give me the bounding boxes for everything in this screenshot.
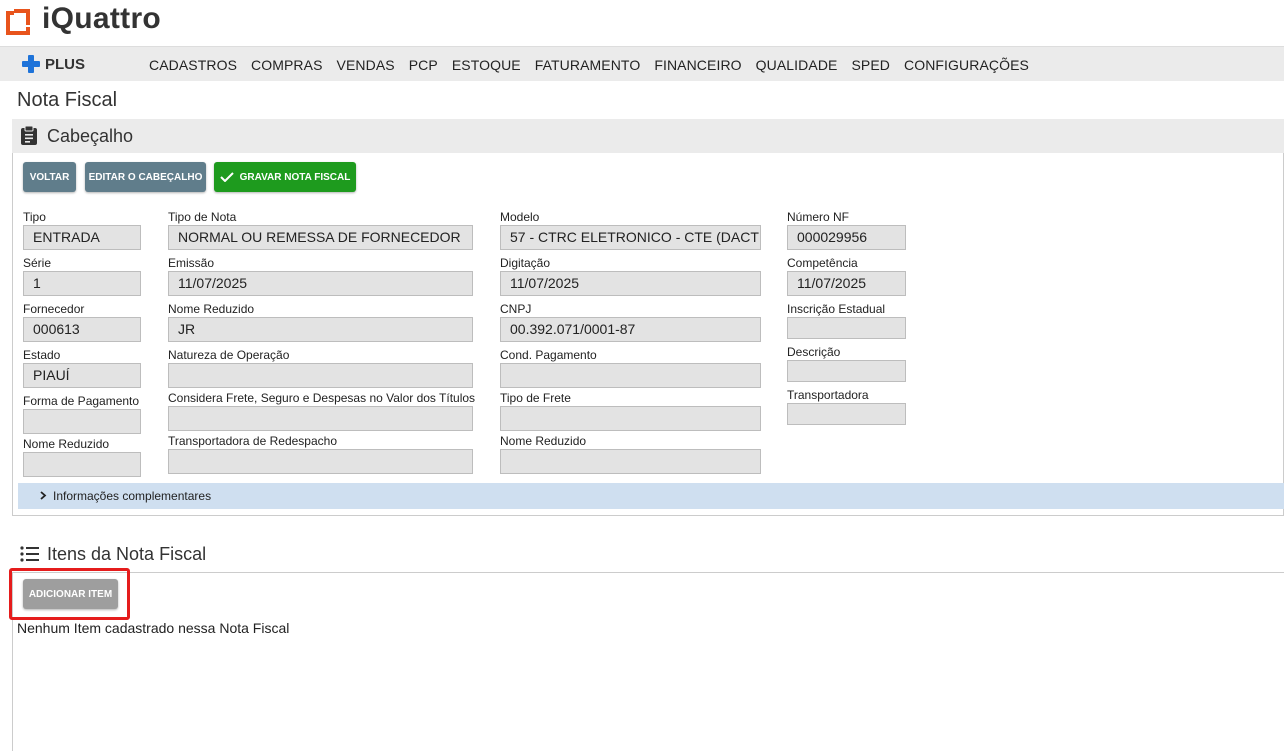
logo-bar: iQuattro xyxy=(0,0,1284,46)
items-section-title: Itens da Nota Fiscal xyxy=(47,544,207,564)
menu-item-financeiro[interactable]: FINANCEIRO xyxy=(654,57,741,73)
menu-item-estoque[interactable]: ESTOQUE xyxy=(452,57,521,73)
numero-nf-field[interactable]: 000029956 xyxy=(787,225,906,250)
natureza-operacao-field[interactable] xyxy=(168,363,473,388)
cond-pagamento-label: Cond. Pagamento xyxy=(500,348,597,362)
estado-field[interactable]: PIAUÍ xyxy=(23,363,141,388)
serie-field[interactable]: 1 xyxy=(23,271,141,296)
iquattro-logo-icon xyxy=(6,9,30,35)
plus-icon xyxy=(22,55,40,73)
info-complementares-label: Informações complementares xyxy=(53,489,212,503)
menu-item-cadastros[interactable]: CADASTROS xyxy=(149,57,237,73)
numero-nf-label: Número NF xyxy=(787,210,850,224)
serie-label: Série xyxy=(23,256,52,270)
estado-label: Estado xyxy=(23,348,61,362)
tipo-nota-label: Tipo de Nota xyxy=(168,210,237,224)
menu-item-sped[interactable]: SPED xyxy=(851,57,890,73)
nome-reduzido-2-field[interactable] xyxy=(500,449,761,474)
empty-items-message: Nenhum Item cadastrado nessa Nota Fiscal xyxy=(17,620,290,636)
main-nav: PLUS CADASTROS COMPRAS VENDAS PCP ESTOQU… xyxy=(0,46,1284,81)
cnpj-field[interactable]: 00.392.071/0001-87 xyxy=(500,317,761,342)
plus-label: PLUS xyxy=(45,55,86,73)
cond-pagamento-field[interactable] xyxy=(500,363,761,388)
nome-reduzido-3-field[interactable] xyxy=(23,452,141,477)
list-icon xyxy=(20,546,39,562)
items-section-title-bar: Itens da Nota Fiscal xyxy=(12,537,1284,573)
logo-text: iQuattro xyxy=(42,2,162,35)
digitacao-field[interactable]: 11/07/2025 xyxy=(500,271,761,296)
menu-item-qualidade[interactable]: QUALIDADE xyxy=(756,57,838,73)
transportadora-redespacho-label: Transportadora de Redespacho xyxy=(168,434,337,448)
competencia-label: Competência xyxy=(787,256,858,270)
emissao-label: Emissão xyxy=(168,256,215,270)
edit-header-button[interactable]: EDITAR O CABEÇALHO xyxy=(85,162,206,192)
cnpj-label: CNPJ xyxy=(500,302,532,316)
modelo-field[interactable]: 57 - CTRC ELETRONICO - CTE (DACTE) xyxy=(500,225,761,250)
info-complementares-toggle[interactable]: Informações complementares xyxy=(18,483,1284,509)
tipo-field[interactable]: ENTRADA xyxy=(23,225,141,250)
descricao-field[interactable] xyxy=(787,360,906,382)
considera-frete-label: Considera Frete, Seguro e Despesas no Va… xyxy=(168,391,476,405)
natureza-operacao-label: Natureza de Operação xyxy=(168,348,290,362)
menu-item-faturamento[interactable]: FATURAMENTO xyxy=(535,57,641,73)
page-title: Nota Fiscal xyxy=(17,89,118,111)
transportadora-field[interactable] xyxy=(787,403,906,425)
menu-item-vendas[interactable]: VENDAS xyxy=(337,57,395,73)
nome-reduzido-field[interactable]: JR xyxy=(168,317,473,342)
items-panel: ADICIONAR ITEM xyxy=(12,573,1284,751)
transportadora-redespacho-field[interactable] xyxy=(168,449,473,474)
menu-item-configuracoes[interactable]: CONFIGURAÇÕES xyxy=(904,57,1029,73)
header-section-title-bar: Cabeçalho xyxy=(12,119,1284,153)
forma-pagamento-field[interactable] xyxy=(23,409,141,434)
descricao-label: Descrição xyxy=(787,345,841,359)
menu-item-pcp[interactable]: PCP xyxy=(409,57,438,73)
chevron-right-icon xyxy=(40,491,47,500)
nome-reduzido-2-label: Nome Reduzido xyxy=(500,434,587,448)
tipo-nota-field[interactable]: NORMAL OU REMESSA DE FORNECEDOR xyxy=(168,225,473,250)
nome-reduzido-3-label: Nome Reduzido xyxy=(23,437,110,451)
save-invoice-button[interactable]: GRAVAR NOTA FISCAL xyxy=(214,162,356,192)
header-panel: VOLTAR EDITAR O CABEÇALHO GRAVAR NOTA FI… xyxy=(12,153,1284,516)
check-icon xyxy=(219,172,234,182)
fornecedor-field[interactable]: 000613 xyxy=(23,317,141,342)
add-item-highlight xyxy=(9,568,130,620)
tipo-frete-label: Tipo de Frete xyxy=(500,391,571,405)
fornecedor-label: Fornecedor xyxy=(23,302,85,316)
transportadora-label: Transportadora xyxy=(787,388,869,402)
voltar-button[interactable]: VOLTAR xyxy=(23,162,76,192)
menu-item-compras[interactable]: COMPRAS xyxy=(251,57,323,73)
inscricao-estadual-field[interactable] xyxy=(787,317,906,339)
inscricao-estadual-label: Inscrição Estadual xyxy=(787,302,886,316)
digitacao-label: Digitação xyxy=(500,256,551,270)
header-section-title: Cabeçalho xyxy=(47,126,134,146)
tipo-frete-field[interactable] xyxy=(500,406,761,431)
tipo-label: Tipo xyxy=(23,210,46,224)
plus-menu-button[interactable]: PLUS xyxy=(22,55,85,73)
clipboard-icon xyxy=(21,126,37,145)
competencia-field[interactable]: 11/07/2025 xyxy=(787,271,906,296)
emissao-field[interactable]: 11/07/2025 xyxy=(168,271,473,296)
forma-pagamento-label: Forma de Pagamento xyxy=(23,394,140,408)
menu: CADASTROS COMPRAS VENDAS PCP ESTOQUE FAT… xyxy=(149,57,1043,73)
modelo-label: Modelo xyxy=(500,210,540,224)
save-invoice-label: GRAVAR NOTA FISCAL xyxy=(239,171,351,183)
considera-frete-field[interactable] xyxy=(168,406,473,431)
nome-reduzido-label: Nome Reduzido xyxy=(168,302,255,316)
